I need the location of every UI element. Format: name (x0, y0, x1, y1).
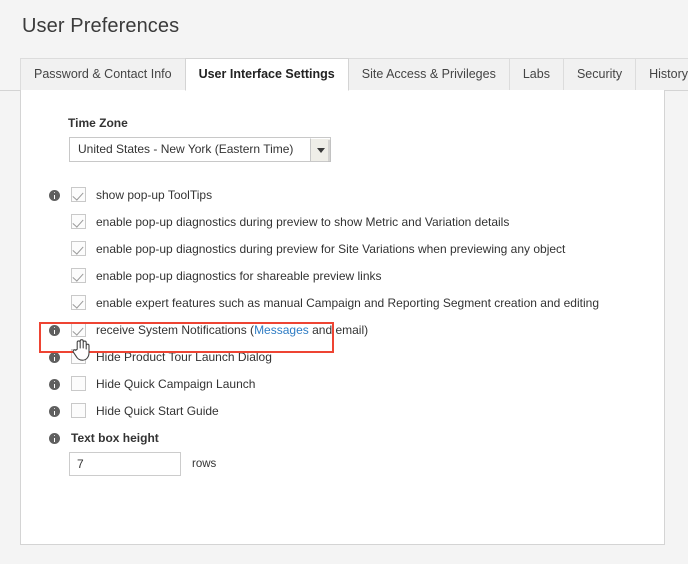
info-icon[interactable] (49, 406, 60, 417)
info-slot (49, 268, 67, 285)
text-box-height-field-group: rows (69, 452, 216, 476)
time-zone-label: Time Zone (68, 116, 128, 130)
tab-list: Password & Contact Info User Interface S… (20, 58, 688, 91)
checkbox-hide-quick-start-guide[interactable] (71, 403, 86, 418)
checkbox-popup-diagnostics-site-variations[interactable] (71, 241, 86, 256)
info-slot (49, 349, 67, 366)
option-row-hide-product-tour[interactable]: Hide Product Tour Launch Dialog (21, 348, 664, 375)
tab-history[interactable]: History (635, 58, 688, 91)
tab-site-access-privileges[interactable]: Site Access & Privileges (347, 58, 510, 91)
checkbox-slot (71, 241, 88, 258)
checkbox-expert-features[interactable] (71, 295, 86, 310)
chevron-down-icon[interactable] (310, 138, 331, 162)
checkbox-popup-diagnostics-metric-variation[interactable] (71, 214, 86, 229)
option-row-popup-diagnostics-metric-variation[interactable]: enable pop-up diagnostics during preview… (21, 213, 664, 240)
info-slot (49, 403, 67, 420)
option-row-show-tooltips[interactable]: show pop-up ToolTips (21, 186, 664, 213)
info-icon[interactable] (49, 352, 60, 363)
option-label-suffix: and email) (308, 323, 369, 337)
messages-link[interactable]: Messages (254, 323, 309, 337)
checkbox-popup-diagnostics-shareable-links[interactable] (71, 268, 86, 283)
option-label: receive System Notifications (Messages a… (96, 322, 368, 339)
checkbox-slot (71, 349, 88, 366)
option-row-system-notifications[interactable]: receive System Notifications (Messages a… (21, 321, 664, 348)
tab-password-contact-info[interactable]: Password & Contact Info (20, 58, 186, 91)
page-title: User Preferences (22, 15, 180, 37)
info-slot (49, 241, 67, 258)
checkbox-system-notifications[interactable] (71, 322, 86, 337)
time-zone-selected-value: United States - New York (Eastern Time) (78, 142, 294, 156)
option-label: Hide Product Tour Launch Dialog (96, 350, 272, 364)
info-icon[interactable] (49, 379, 60, 390)
checkbox-slot (71, 403, 88, 420)
tab-security[interactable]: Security (562, 58, 637, 91)
option-label: enable pop-up diagnostics for shareable … (96, 269, 382, 283)
checkbox-slot (71, 295, 88, 312)
tab-strip: Password & Contact Info User Interface S… (0, 58, 688, 91)
info-slot (49, 187, 67, 204)
checkbox-show-tooltips[interactable] (71, 187, 86, 202)
checkbox-slot (71, 376, 88, 393)
option-row-hide-quick-campaign-launch[interactable]: Hide Quick Campaign Launch (21, 375, 664, 402)
info-slot (49, 376, 67, 393)
option-label: enable expert features such as manual Ca… (96, 296, 599, 310)
option-label-prefix: receive System Notifications ( (96, 323, 255, 337)
checkbox-slot (71, 322, 88, 339)
info-slot (49, 295, 67, 312)
option-label: Hide Quick Campaign Launch (96, 377, 256, 391)
tab-labs[interactable]: Labs (508, 58, 564, 91)
option-label: enable pop-up diagnostics during preview… (96, 242, 566, 256)
checkbox-slot (71, 268, 88, 285)
info-icon[interactable] (49, 325, 60, 336)
text-box-height-label: Text box height (71, 431, 159, 445)
option-row-popup-diagnostics-shareable-links[interactable]: enable pop-up diagnostics for shareable … (21, 267, 664, 294)
option-row-hide-quick-start-guide[interactable]: Hide Quick Start Guide (21, 402, 664, 429)
checkbox-hide-product-tour[interactable] (71, 349, 86, 364)
info-icon[interactable] (49, 190, 60, 201)
option-row-text-box-height: Text box height (21, 429, 664, 451)
checkbox-hide-quick-campaign-launch[interactable] (71, 376, 86, 391)
info-slot (49, 430, 67, 447)
checkbox-slot (71, 214, 88, 231)
option-label: show pop-up ToolTips (96, 188, 213, 202)
option-row-expert-features[interactable]: enable expert features such as manual Ca… (21, 294, 664, 321)
rows-unit-label: rows (192, 458, 217, 470)
option-row-popup-diagnostics-site-variations[interactable]: enable pop-up diagnostics during preview… (21, 240, 664, 267)
info-icon[interactable] (49, 433, 60, 444)
checkbox-slot (71, 187, 88, 204)
info-slot (49, 214, 67, 231)
time-zone-select[interactable]: United States - New York (Eastern Time) (69, 137, 331, 162)
settings-panel: Time Zone United States - New York (East… (20, 90, 665, 545)
info-slot (49, 322, 67, 339)
preference-options-list: show pop-up ToolTips enable pop-up diagn… (21, 186, 664, 451)
option-label: enable pop-up diagnostics during preview… (96, 215, 510, 229)
tab-user-interface-settings[interactable]: User Interface Settings (184, 58, 349, 91)
text-box-height-input[interactable] (69, 452, 181, 476)
option-label: Hide Quick Start Guide (96, 404, 219, 418)
